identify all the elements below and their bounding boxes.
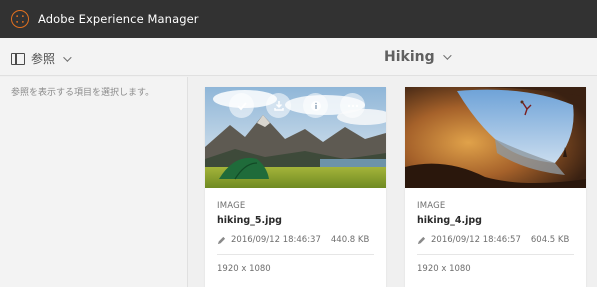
rail-icon xyxy=(11,52,25,65)
action-bar: 参照 Hiking xyxy=(0,38,597,76)
info-icon[interactable] xyxy=(303,93,328,118)
rail-label: 参照 xyxy=(31,52,56,66)
asset-size: 604.5 KB xyxy=(530,235,570,245)
asset-type: IMAGE xyxy=(417,201,446,211)
asset-info-row: 2016/09/12 18:46:57 604.5 KB xyxy=(417,235,574,245)
rail-toggle-button[interactable]: 参照 xyxy=(11,50,72,67)
asset-name[interactable]: hiking_5.jpg xyxy=(217,215,374,226)
asset-info-row: 2016/09/12 18:46:37 440.8 KB xyxy=(217,235,374,245)
asset-type: IMAGE xyxy=(217,201,246,211)
asset-card[interactable]: IMAGE hiking_4.jpg 2016/09/12 18:46:57 6… xyxy=(405,87,586,287)
asset-name[interactable]: hiking_4.jpg xyxy=(417,215,574,226)
app-header: Adobe Experience Manager xyxy=(0,0,597,38)
asset-card[interactable]: IMAGE hiking_5.jpg 2016/09/12 18:46:37 4… xyxy=(205,87,386,287)
card-grid: IMAGE hiking_5.jpg 2016/09/12 18:46:37 4… xyxy=(189,77,597,287)
references-rail: 参照を表示する項目を選択します。 xyxy=(0,77,188,287)
asset-size: 440.8 KB xyxy=(330,235,370,245)
asset-thumbnail[interactable] xyxy=(205,87,386,188)
asset-thumbnail[interactable] xyxy=(405,87,586,188)
rail-hint: 参照を表示する項目を選択します。 xyxy=(11,88,155,98)
aem-logo-icon[interactable] xyxy=(11,10,29,28)
divider xyxy=(217,254,374,255)
chevron-down-icon xyxy=(63,52,72,62)
asset-dimensions: 1920 x 1080 xyxy=(417,264,471,274)
app-title: Adobe Experience Manager xyxy=(38,12,199,26)
asset-dimensions: 1920 x 1080 xyxy=(217,264,271,274)
asset-meta: IMAGE hiking_4.jpg 2016/09/12 18:46:57 6… xyxy=(417,201,574,274)
asset-date: 2016/09/12 18:46:57 xyxy=(431,235,521,245)
quick-actions xyxy=(229,93,377,118)
page-title: Hiking xyxy=(384,49,435,65)
select-icon[interactable] xyxy=(229,93,254,118)
asset-meta: IMAGE hiking_5.jpg 2016/09/12 18:46:37 4… xyxy=(217,201,374,274)
download-icon[interactable] xyxy=(266,93,291,118)
more-icon[interactable] xyxy=(340,93,365,118)
divider xyxy=(417,254,574,255)
asset-date: 2016/09/12 18:46:37 xyxy=(231,235,321,245)
pencil-icon xyxy=(217,236,226,244)
page-title-dropdown[interactable]: Hiking xyxy=(384,49,452,65)
chevron-down-icon xyxy=(442,51,452,60)
pencil-icon xyxy=(417,236,426,244)
